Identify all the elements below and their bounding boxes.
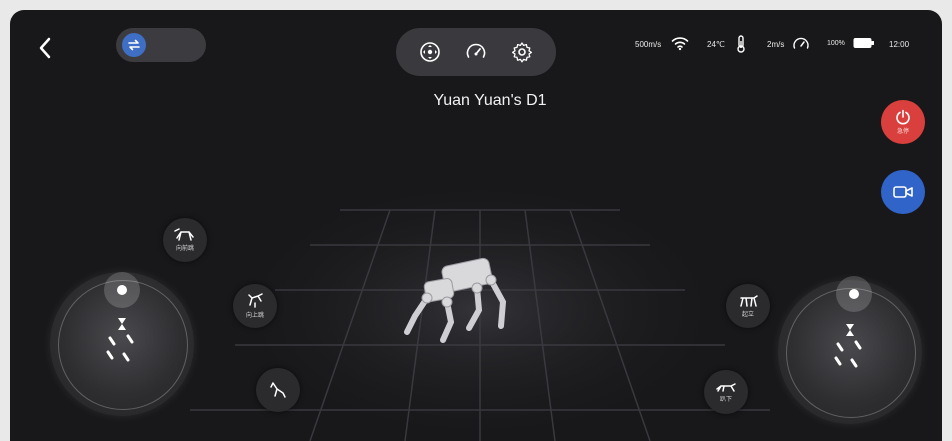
joystick-mode-icon[interactable] bbox=[418, 40, 442, 64]
control-mode-toggle[interactable] bbox=[116, 28, 206, 62]
jump-up-icon bbox=[248, 293, 263, 308]
stand-up-button[interactable]: 起立 bbox=[726, 284, 770, 328]
jump-forward-label: 向前跳 bbox=[175, 246, 194, 252]
battery-icon bbox=[853, 38, 874, 48]
swap-arrows-icon[interactable] bbox=[122, 33, 146, 57]
robot-name: Yuan Yuan's D1 bbox=[433, 92, 547, 109]
right-joystick-direction-icon bbox=[834, 324, 862, 368]
robot-dog-model bbox=[404, 257, 507, 343]
lie-down-button[interactable]: 趴下 bbox=[704, 370, 748, 414]
wifi-icon bbox=[671, 37, 689, 51]
left-joystick-knob[interactable] bbox=[104, 272, 140, 308]
sit-pose-icon bbox=[270, 382, 286, 398]
sit-pose-button[interactable] bbox=[256, 368, 300, 412]
video-camera-icon bbox=[893, 186, 913, 198]
mode-selector bbox=[396, 28, 556, 76]
camera-button[interactable] bbox=[881, 170, 925, 214]
right-joystick-knob-dot bbox=[849, 289, 859, 299]
power-icon bbox=[896, 109, 910, 125]
move-speed: 2m/s bbox=[767, 40, 785, 49]
emergency-stop-button[interactable]: 急停 bbox=[881, 100, 925, 144]
jump-forward-button[interactable]: 向前跳 bbox=[163, 218, 207, 262]
lie-down-icon bbox=[716, 383, 736, 392]
jump-forward-icon bbox=[174, 228, 194, 241]
thermometer-icon bbox=[737, 35, 745, 53]
gear-icon[interactable] bbox=[510, 40, 534, 64]
stand-up-icon bbox=[740, 295, 758, 307]
right-joystick-knob[interactable] bbox=[836, 276, 872, 312]
right-joystick[interactable] bbox=[778, 276, 922, 424]
left-joystick-knob-dot bbox=[117, 285, 127, 295]
robot-control-screen: Yuan Yuan's D1 500m/s 24℃ 2m/s 100% 12:0… bbox=[10, 10, 942, 441]
battery-percent: 100% bbox=[827, 40, 845, 47]
jump-up-label: 向上跳 bbox=[245, 313, 264, 319]
speedometer-small-icon bbox=[793, 37, 809, 49]
network-speed: 500m/s bbox=[635, 40, 662, 49]
speedometer-icon[interactable] bbox=[464, 40, 488, 64]
lie-down-label: 趴下 bbox=[719, 397, 732, 403]
jump-up-button[interactable]: 向上跳 bbox=[233, 284, 277, 328]
stand-up-label: 起立 bbox=[741, 312, 754, 318]
back-chevron-icon[interactable] bbox=[35, 35, 55, 61]
left-joystick-direction-icon bbox=[106, 318, 134, 362]
temperature: 24℃ bbox=[707, 40, 725, 49]
left-joystick[interactable] bbox=[50, 272, 194, 416]
emergency-stop-label: 急停 bbox=[896, 129, 909, 135]
clock: 12:00 bbox=[889, 40, 910, 49]
